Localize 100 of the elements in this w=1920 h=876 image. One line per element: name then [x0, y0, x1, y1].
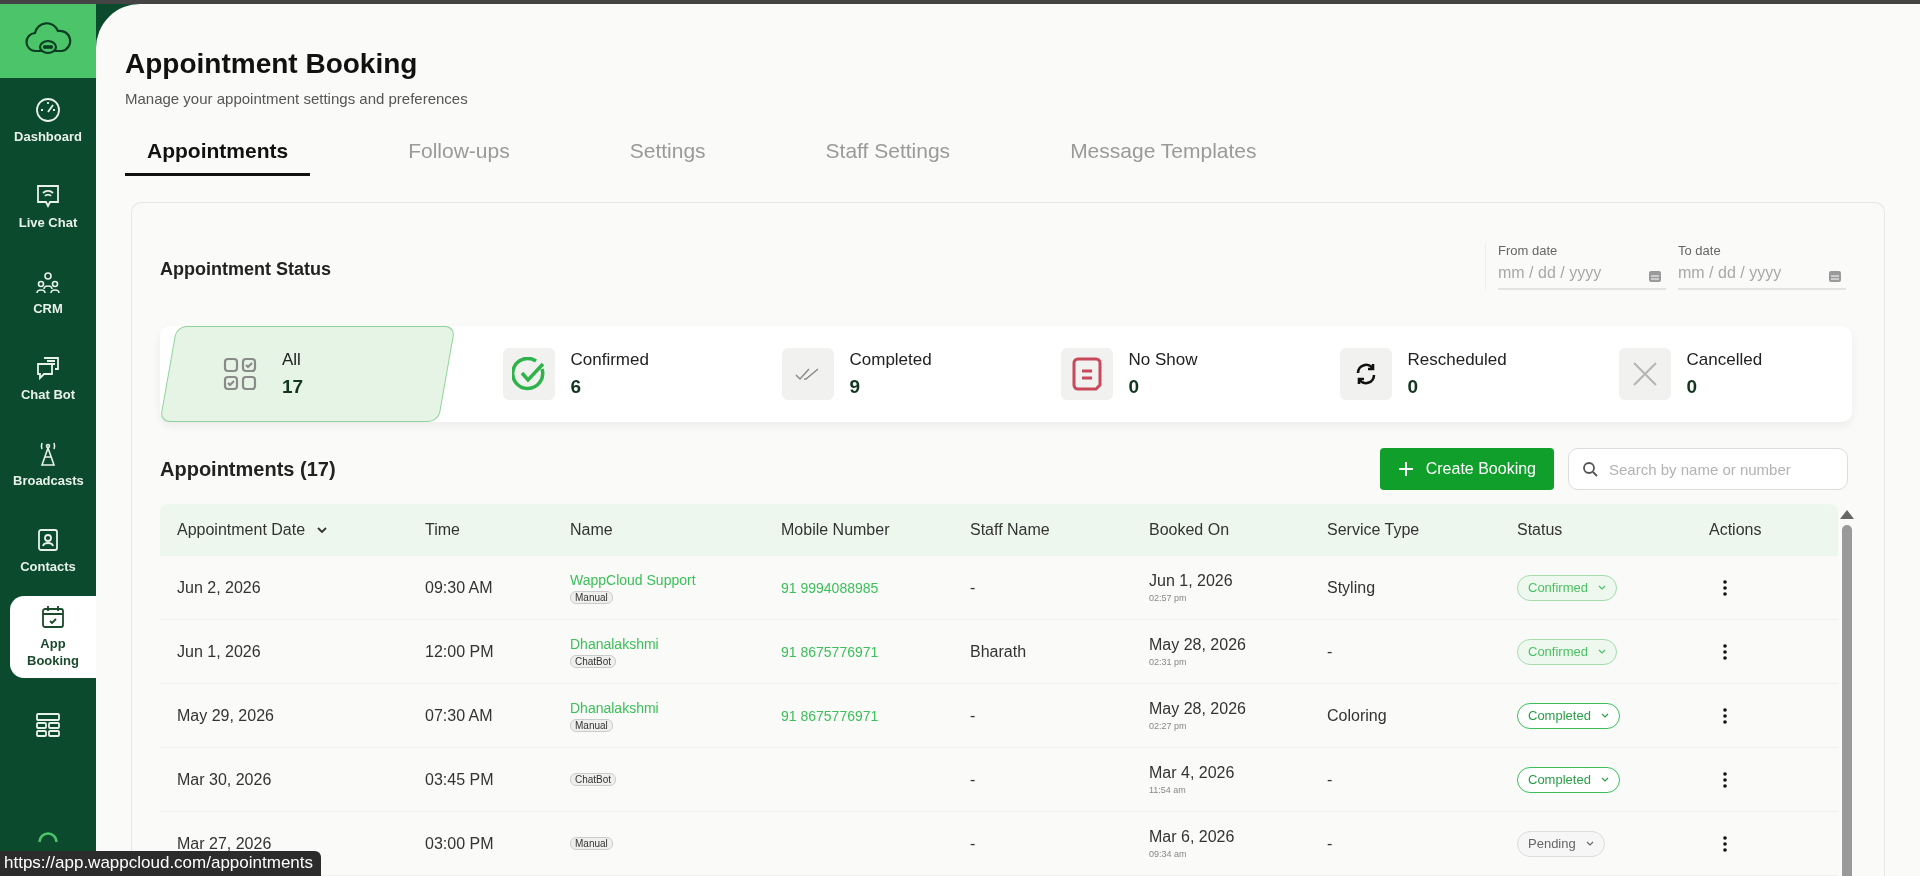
plus-icon [1397, 461, 1414, 477]
source-tag: Manual [570, 590, 613, 604]
link-preview-url: https://app.wappcloud.com/appointments [0, 851, 322, 876]
close-icon [1631, 361, 1658, 387]
chevron-down-icon [1600, 777, 1609, 782]
table-title: Appointments (17) [160, 457, 336, 481]
chevron-down-icon [1600, 713, 1609, 718]
column-header: Service Type [1327, 521, 1420, 539]
chevron-down-icon [1597, 585, 1606, 590]
booked-date: Mar 4, 2026 [1149, 764, 1235, 782]
table-cell-text: 09:30 AM [425, 578, 494, 597]
source-tag: Manual [570, 837, 613, 850]
more-options-icon[interactable] [1723, 771, 1727, 788]
table-cell-text: - [970, 834, 977, 853]
more-options-icon[interactable] [1723, 707, 1727, 724]
status-dropdown[interactable]: Completed [1517, 766, 1620, 793]
source-tag: ChatBot [570, 654, 617, 668]
layout-grid-icon [34, 711, 62, 739]
booked-time: 09:34 am [1149, 849, 1187, 859]
table-cell-text: May 29, 2026 [177, 706, 275, 725]
source-tag: ChatBot [570, 773, 617, 786]
table-cell-text: 07:30 AM [425, 706, 494, 725]
loading-spinner-icon [38, 832, 58, 842]
scroll-up-arrow-icon[interactable] [1840, 510, 1854, 519]
more-options-icon[interactable] [1723, 579, 1727, 596]
column-header: Name [570, 521, 613, 539]
table-cell-text: 03:00 PM [425, 834, 495, 853]
table-cell-text: Bharath [970, 642, 1028, 661]
page-subtitle: Manage your appointment settings and preferences [125, 90, 469, 107]
booked-time: 02:31 pm [1149, 657, 1187, 667]
source-tag: Manual [570, 718, 613, 732]
booked-date: May 28, 2026 [1149, 636, 1246, 654]
chat-wifi-icon [35, 182, 61, 209]
nav-item[interactable]: Broadcasts [0, 422, 96, 508]
table-cell-text: - [970, 706, 977, 725]
more-options-icon[interactable] [1723, 643, 1727, 660]
status-dropdown[interactable]: Completed [1517, 702, 1620, 729]
table-cell-text: Styling [1327, 578, 1377, 597]
column-header: Staff Name [970, 521, 1050, 539]
gauge-icon [35, 96, 61, 123]
table-cell-text: Mar 30, 2026 [177, 770, 273, 789]
search-field[interactable]: Search by name or number [1568, 448, 1848, 490]
booked-date: May 28, 2026 [1149, 700, 1246, 718]
column-header: Appointment Date [177, 521, 306, 539]
chevron-down-icon [1597, 649, 1606, 654]
calendar-icon [1828, 269, 1842, 283]
phone-number: 91 8675776971 [781, 707, 879, 724]
search-icon [1582, 461, 1598, 477]
tab[interactable]: Appointments [125, 133, 311, 176]
note-icon [1071, 357, 1102, 391]
column-header: Mobile Number [781, 521, 890, 539]
nav-item[interactable]: Dashboard [0, 78, 96, 164]
calendar-icon [1648, 269, 1662, 283]
status-dropdown[interactable]: Pending [1517, 830, 1605, 857]
booked-date: Mar 6, 2026 [1149, 828, 1235, 846]
column-header: Booked On [1149, 521, 1230, 539]
status-card[interactable]: Confirmed 6 [457, 326, 736, 422]
check-circle-icon [511, 357, 546, 391]
double-check-icon [794, 367, 821, 381]
booked-time: 11:54 am [1149, 785, 1186, 795]
calendar-check-icon [40, 604, 66, 631]
chat-bubbles-icon [35, 354, 61, 381]
status-card[interactable]: No Show 0 [1015, 326, 1294, 422]
table-cell-text: - [1327, 770, 1334, 789]
chevron-down-icon[interactable] [317, 526, 328, 534]
column-header: Time [425, 521, 460, 539]
table-cell-text: - [970, 770, 977, 789]
field-label: To date [1678, 243, 1721, 258]
table-cell-text: Mar 27, 2026 [177, 834, 273, 853]
scrollbar-thumb[interactable] [1842, 525, 1852, 876]
table-cell-text: Jun 1, 2026 [177, 642, 262, 661]
nav-item[interactable]: App Booking [10, 596, 96, 678]
nav-item[interactable]: Chat Bot [0, 336, 96, 422]
booked-time: 02:27 pm [1149, 721, 1187, 731]
table-cell-text: - [970, 578, 977, 597]
column-header: Status [1517, 521, 1563, 539]
chevron-down-icon [1585, 841, 1594, 846]
grid-check-icon [222, 357, 257, 391]
booked-time: 02:57 pm [1149, 593, 1187, 603]
more-options-icon[interactable] [1723, 835, 1727, 852]
status-card[interactable]: Completed 9 [736, 326, 1015, 422]
nav-item[interactable]: Live Chat [0, 164, 96, 250]
phone-number: 91 9994088985 [781, 579, 879, 596]
table-cell-text: Jun 2, 2026 [177, 578, 262, 597]
phone-number: 91 8675776971 [781, 643, 879, 660]
column-header: Actions [1709, 521, 1762, 539]
contact-card-icon [35, 526, 61, 553]
nav-item[interactable]: CRM [0, 250, 96, 336]
table-cell-text: Coloring [1327, 706, 1388, 725]
status-card[interactable]: Cancelled 0 [1573, 326, 1852, 422]
status-card[interactable]: Rescheduled 0 [1294, 326, 1573, 422]
page-title: Appointment Booking [125, 48, 419, 80]
section-title: Appointment Status [160, 259, 331, 280]
table-cell-text: - [1327, 834, 1334, 853]
nav-item[interactable]: Contacts [0, 508, 96, 594]
table-cell-text: 12:00 PM [425, 642, 495, 661]
table-cell-text: - [1327, 642, 1334, 661]
field-label: From date [1498, 243, 1558, 258]
table-cell-text: 03:45 PM [425, 770, 495, 789]
booked-date: Jun 1, 2026 [1149, 572, 1233, 590]
